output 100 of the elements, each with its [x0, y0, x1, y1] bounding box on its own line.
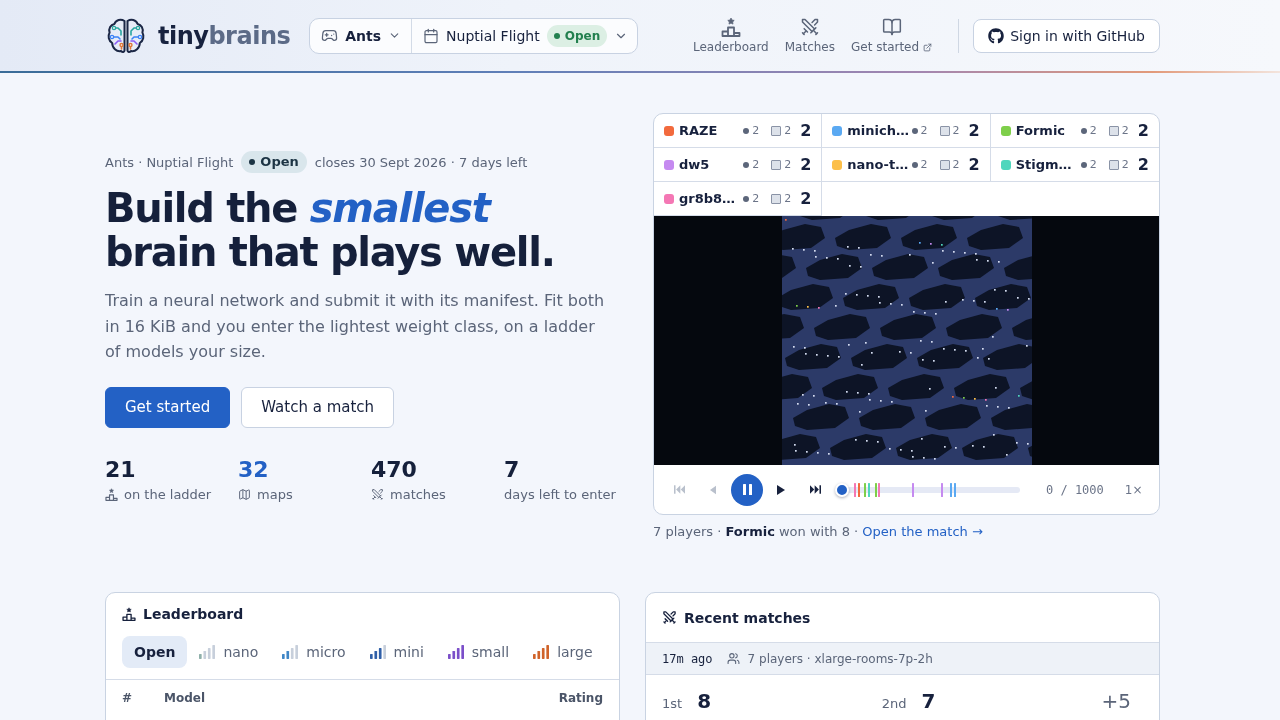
circle-count: 2: [1089, 158, 1097, 171]
people-icon: [726, 652, 740, 665]
place-label: 1st: [662, 696, 683, 711]
tier-tab[interactable]: small: [435, 636, 522, 668]
description: Train a neural network and submit it with its manifest. Fit both in 16 KiB and you enter the lightest weight class, on a ladder of models your size.: [105, 290, 606, 363]
player-name: RAZE: [679, 123, 719, 138]
match-details: 7 players · xlarge-rooms-7p-2h: [747, 651, 933, 666]
player-score: 2: [1137, 155, 1149, 174]
dot-icon: [1080, 161, 1087, 168]
sign-in-button[interactable]: Sign in with GitHub: [973, 18, 1160, 53]
crossed-swords-icon: [799, 16, 820, 37]
place-label: 2nd: [881, 696, 907, 711]
signal-bars-icon: [282, 645, 299, 659]
column-header: Model: [164, 691, 207, 705]
season-selector[interactable]: Nuptial Flight Open: [411, 18, 638, 53]
folded-map-icon: [238, 488, 251, 501]
square-count: 2: [784, 158, 792, 171]
player-score: 2: [968, 155, 980, 174]
square-count: 2: [952, 124, 960, 137]
stat-value: 32: [238, 456, 270, 483]
status-label: Open: [260, 154, 299, 170]
brand-name: tinybrains: [158, 21, 291, 50]
watch-match-button[interactable]: Watch a match: [241, 386, 395, 428]
stat-label: on the ladder: [124, 487, 212, 502]
pause-button[interactable]: [731, 473, 763, 506]
player-score: 2: [1137, 121, 1149, 140]
crossed-swords-icon: [662, 610, 677, 625]
column-header: #: [122, 691, 134, 705]
github-icon: [988, 27, 1005, 44]
column-header: Rating: [558, 691, 603, 705]
gamepad-icon: [321, 27, 339, 44]
dot-icon: [911, 161, 918, 168]
step-back-icon: [710, 484, 716, 495]
dot-icon: [743, 127, 750, 134]
status-dot-icon: [553, 32, 560, 39]
frame-counter: 0 / 1000: [1046, 482, 1104, 497]
player-name: minich…: [847, 123, 910, 138]
square-icon: [939, 159, 950, 170]
signal-bars-icon: [447, 645, 464, 659]
get-started-button[interactable]: Get started: [105, 386, 231, 428]
podium-icon: [105, 488, 118, 501]
square-icon: [771, 193, 782, 204]
player-score: 2: [800, 189, 812, 208]
crossed-swords-icon: [371, 488, 384, 501]
tier-tab[interactable]: nano: [187, 636, 271, 668]
place-score: 8: [697, 689, 712, 713]
tier-tab[interactable]: large: [521, 636, 605, 668]
nav-link[interactable]: Leaderboard: [692, 16, 769, 55]
square-icon: [939, 125, 950, 136]
tier-tab[interactable]: Open: [122, 636, 188, 668]
circle-count: 2: [920, 124, 928, 137]
status-label: Open: [564, 27, 601, 44]
player-name: Stigm…: [1015, 157, 1073, 172]
square-count: 2: [1121, 158, 1129, 171]
dot-icon: [743, 161, 750, 168]
square-count: 2: [952, 158, 960, 171]
tier-tab[interactable]: micro: [270, 636, 358, 668]
pause-icon: [742, 484, 752, 495]
skip-to-end-icon: [809, 485, 821, 494]
place-score: 7: [921, 689, 936, 713]
podium-icon: [122, 607, 136, 621]
player-score: 2: [968, 121, 980, 140]
match-age: 17m ago: [662, 651, 713, 666]
game-selector[interactable]: Ants: [310, 18, 412, 53]
stat-value: 470: [371, 456, 418, 483]
circle-count: 2: [920, 158, 928, 171]
timeline-thumb[interactable]: [835, 482, 849, 497]
square-count: 2: [784, 192, 792, 205]
home-logo-link[interactable]: tinybrains: [107, 17, 291, 54]
step-forward-icon: [777, 484, 785, 495]
dot-icon: [743, 195, 750, 202]
circle-count: 2: [752, 192, 760, 205]
player-score: 2: [800, 121, 812, 140]
podium-icon: [720, 16, 741, 37]
score-margin: +5: [1101, 689, 1131, 713]
nav-link[interactable]: Get started: [850, 16, 933, 55]
open-book-icon: [881, 16, 902, 37]
square-icon: [1108, 159, 1119, 170]
stat-value: 7: [504, 456, 521, 483]
dot-icon: [1080, 127, 1087, 134]
status-dot-icon: [249, 159, 256, 165]
square-icon: [771, 159, 782, 170]
signal-bars-icon: [533, 645, 550, 659]
circle-count: 2: [752, 124, 760, 137]
signal-bars-icon: [369, 645, 386, 659]
skip-to-start-icon: [673, 485, 685, 494]
card-title: Leaderboard: [143, 606, 244, 622]
closing-date: closes 30 Sept 2026 · 7 days left: [314, 154, 528, 170]
square-count: 2: [1121, 124, 1129, 137]
nav-link[interactable]: Matches: [784, 16, 835, 55]
speed-button[interactable]: 1×: [1124, 482, 1143, 497]
player-name: gr8b8…: [679, 191, 737, 206]
timeline-slider[interactable]: [835, 482, 1020, 497]
card-title: Recent matches: [684, 609, 811, 626]
open-match-link[interactable]: Open the match →: [862, 524, 983, 539]
tier-tab[interactable]: mini: [357, 636, 436, 668]
brain-logo-icon: [107, 17, 145, 54]
stat-value: 21: [105, 456, 137, 483]
breadcrumb: Ants · Nuptial Flight: [105, 154, 234, 170]
circle-count: 2: [1089, 124, 1097, 137]
